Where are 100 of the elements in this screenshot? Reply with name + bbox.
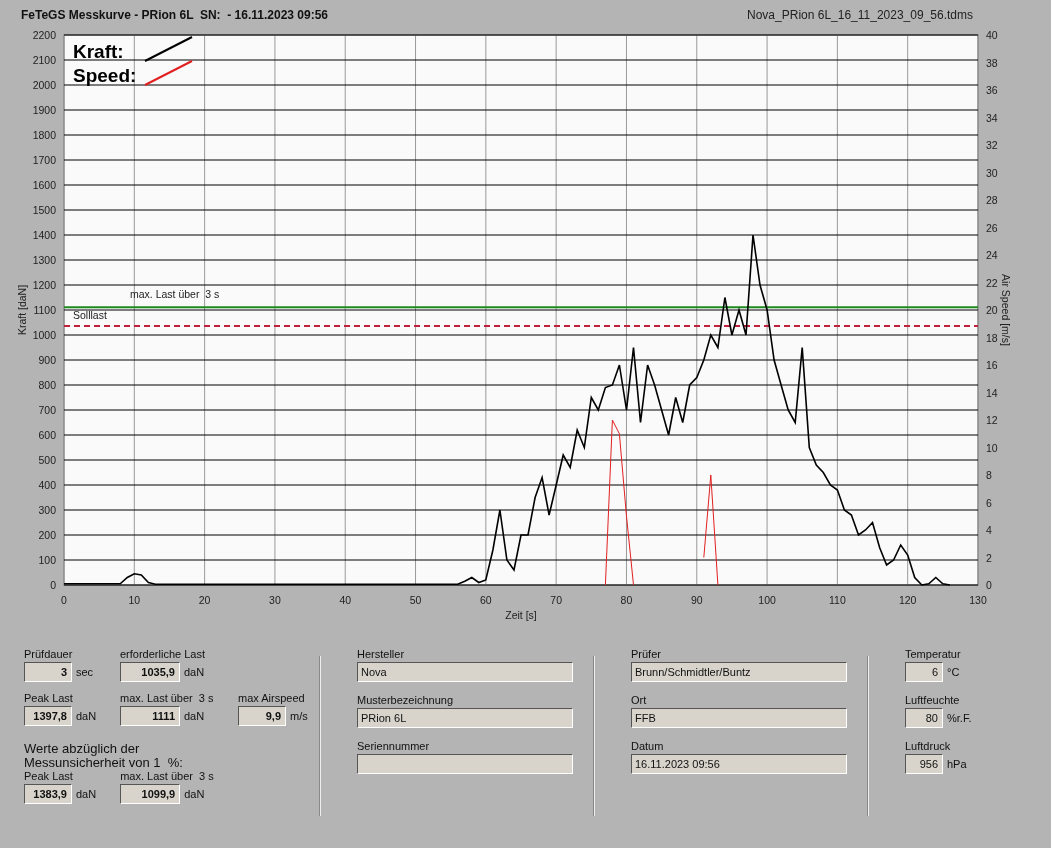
value-field: 1383,9	[24, 784, 72, 804]
x-tick-label: 60	[480, 594, 492, 606]
legend-label: Kraft:	[73, 41, 124, 62]
field-label: Prüfer	[631, 648, 662, 660]
y-tick-label: 30	[986, 166, 998, 179]
y-tick-label: 100	[38, 554, 56, 566]
y-tick-label: 8	[986, 469, 992, 481]
reference-label: Solllast	[73, 309, 107, 321]
value-field: 80	[905, 708, 943, 728]
unit-label: hPa	[947, 758, 967, 770]
value-field: 1099,9	[120, 784, 181, 804]
value-field: 1035,9	[120, 662, 180, 682]
window-title: FeTeGS Messkurve - PRion 6L SN: - 16.11.2023 09:56	[21, 8, 329, 22]
y-tick-label: 6	[986, 496, 992, 509]
y-tick-label: 1400	[32, 229, 56, 241]
y-tick-label: 26	[986, 221, 998, 234]
field-label: Temperatur	[905, 648, 962, 660]
y-tick-label: 1600	[32, 179, 56, 191]
unit-label: m/s	[290, 710, 308, 722]
unit-label: %r.F.	[947, 712, 972, 724]
y-tick-label: 900	[38, 354, 56, 366]
y-tick-label: 2000	[32, 79, 56, 91]
y-tick-label: 40	[986, 30, 998, 41]
x-tick-label: 110	[829, 594, 846, 606]
file-name: Nova_PRion 6L_16_11_2023_09_56.tdms	[747, 8, 973, 22]
y-tick-label: 2200	[32, 30, 56, 41]
field-label: max Airspeed	[238, 692, 306, 704]
y-tick-label: 16	[986, 359, 998, 371]
y-tick-label: 4	[986, 524, 992, 536]
y-tick-label: 36	[986, 84, 998, 96]
x-tick-label: 100	[758, 594, 776, 606]
x-tick-label: 90	[690, 594, 703, 606]
value-field: 6	[905, 662, 943, 682]
legend-label: Speed:	[73, 65, 137, 86]
unit-label: sec	[76, 666, 94, 678]
field-label: Prüfdauer	[24, 648, 74, 660]
field-label: Musterbezeichnung	[357, 694, 454, 706]
x-tick-label: 10	[128, 594, 141, 606]
y-tick-label: 800	[38, 379, 56, 391]
field-label: Seriennummer	[357, 740, 431, 752]
unit-label: daN	[76, 710, 97, 722]
value-field: 9,9	[238, 706, 286, 726]
y-tick-label: 1700	[32, 154, 56, 166]
x-tick-label: 0	[61, 594, 67, 606]
field-label: max. Last über 3 s	[120, 770, 215, 782]
y-tick-label: 600	[38, 429, 56, 441]
field-label: max. Last über 3 s	[120, 692, 214, 704]
unit-label: daN	[76, 788, 97, 800]
field-label: Peak Last	[24, 692, 74, 704]
note-text: Werte abzüglich der Messunsicherheit von 1 %:	[24, 742, 184, 770]
y-tick-label: 14	[986, 386, 998, 399]
y-tick-label: 0	[50, 579, 56, 591]
field-label: Hersteller	[357, 648, 406, 660]
unit-label: °C	[947, 666, 960, 678]
field-label: Peak Last	[24, 770, 74, 782]
field-label: Luftfeuchte	[905, 694, 961, 706]
y-tick-label: 400	[38, 479, 56, 491]
y-tick-label: 2100	[32, 54, 56, 66]
field-label: Luftdruck	[905, 740, 952, 752]
y-tick-label: 28	[986, 194, 998, 206]
x-tick-label: 20	[198, 594, 211, 606]
y-tick-label: 24	[986, 249, 998, 261]
value-field: 3	[24, 662, 72, 682]
field-label: Datum	[631, 740, 665, 752]
y-tick-label: 38	[986, 56, 998, 69]
x-tick-label: 70	[550, 594, 562, 606]
y-tick-label: 34	[986, 111, 998, 124]
y-tick-label: 22	[986, 276, 998, 289]
y-tick-label: 200	[38, 529, 56, 541]
y-tick-label: 0	[986, 579, 992, 591]
y-tick-label: 18	[986, 331, 998, 344]
y-tick-label: 12	[986, 414, 998, 426]
x-tick-label: 30	[269, 594, 281, 606]
y-axis-title: Air Speed [m/s]	[1000, 274, 1012, 346]
y-tick-label: 2	[986, 551, 992, 564]
legend-line	[144, 60, 193, 86]
y-tick-label: 1500	[32, 204, 56, 216]
y-tick-label: 1100	[33, 304, 56, 316]
y-tick-label: 500	[38, 454, 56, 466]
x-tick-label: 50	[409, 594, 422, 606]
y-tick-label: 1800	[32, 129, 56, 141]
field-label: Ort	[631, 694, 648, 706]
value-field: 956	[905, 754, 943, 774]
reference-label: max. Last über 3 s	[130, 288, 220, 301]
x-tick-label: 120	[898, 594, 917, 606]
value-field: 1111	[120, 706, 180, 726]
value-field: 1397,8	[24, 706, 72, 726]
y-tick-label: 1300	[32, 254, 56, 266]
y-tick-label: 10	[986, 441, 998, 454]
y-axis-title: Kraft [daN]	[16, 284, 28, 336]
unit-label: daN	[184, 788, 205, 800]
y-tick-label: 20	[986, 304, 998, 316]
x-tick-label: 130	[969, 594, 987, 606]
unit-label: daN	[184, 710, 205, 722]
y-tick-label: 32	[986, 139, 998, 151]
x-axis-title: Zeit [s]	[505, 609, 537, 621]
y-tick-label: 300	[38, 504, 56, 516]
x-tick-label: 80	[620, 594, 633, 606]
unit-label: daN	[184, 666, 205, 678]
y-tick-label: 1900	[32, 104, 56, 116]
